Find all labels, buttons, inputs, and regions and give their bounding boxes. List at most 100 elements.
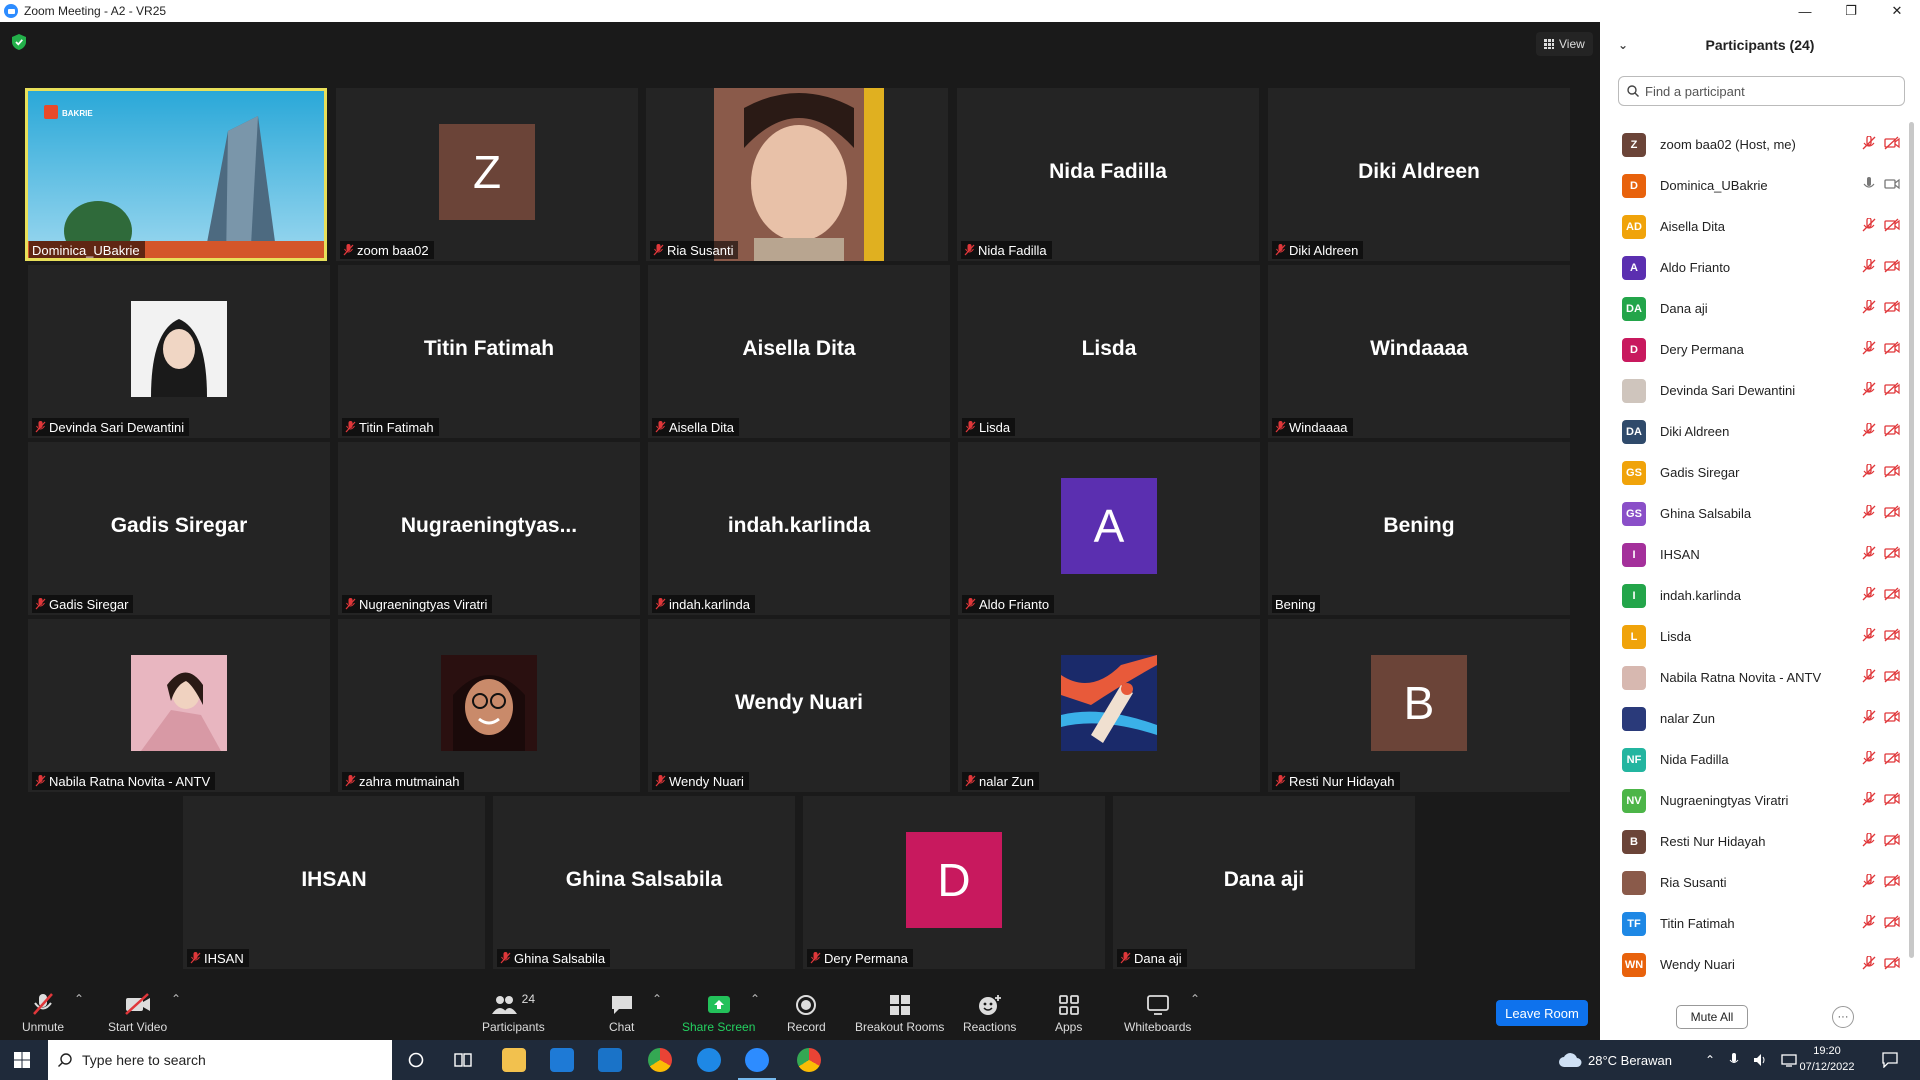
participant-row[interactable]: AD Aisella Dita [1600,206,1900,247]
whiteboards-options-caret[interactable]: ⌃ [1190,992,1200,1006]
video-off-icon[interactable] [1884,136,1900,150]
whiteboards-button[interactable]: Whiteboards [1124,992,1191,1034]
mic-muted-icon[interactable] [1862,956,1876,970]
mic-muted-icon[interactable] [1862,710,1876,724]
participant-row[interactable]: L Lisda [1600,616,1900,657]
chrome-icon[interactable] [648,1048,672,1072]
video-off-icon[interactable] [1884,423,1900,437]
mic-muted-icon[interactable] [1862,915,1876,929]
video-tile[interactable]: Ghina Salsabila Ghina Salsabila [493,796,795,969]
video-off-icon[interactable] [1884,751,1900,765]
video-tile[interactable]: A Aldo Frianto [958,442,1260,615]
scrollbar[interactable] [1909,122,1914,958]
mic-muted-icon[interactable] [1862,833,1876,847]
cortana-icon[interactable] [408,1052,424,1068]
weather-widget[interactable]: 28°C Berawan [1558,1040,1672,1080]
video-off-icon[interactable] [1884,956,1900,970]
participant-row[interactable]: NF Nida Fadilla [1600,739,1900,780]
mic-muted-icon[interactable] [1862,382,1876,396]
mic-muted-icon[interactable] [1862,628,1876,642]
participant-row[interactable]: GS Gadis Siregar [1600,452,1900,493]
video-off-icon[interactable] [1884,628,1900,642]
participant-row[interactable]: Zzoom baa02 (Host, me) [1600,124,1900,165]
mic-muted-icon[interactable] [1862,792,1876,806]
notification-icon[interactable] [1882,1052,1898,1068]
participant-row[interactable]: Devinda Sari Dewantini [1600,370,1900,411]
file-explorer-icon[interactable] [502,1048,526,1072]
share-screen-button[interactable]: Share Screen [682,992,755,1034]
leave-room-button[interactable]: Leave Room [1496,1000,1588,1026]
chevron-down-icon[interactable]: ⌄ [1618,38,1628,52]
store-icon[interactable] [550,1048,574,1072]
video-off-icon[interactable] [1884,464,1900,478]
close-button[interactable]: ✕ [1874,0,1920,22]
teamviewer-icon[interactable] [697,1048,721,1072]
breakout-rooms-button[interactable]: Breakout Rooms [855,992,944,1034]
chat-options-caret[interactable]: ⌃ [652,992,662,1006]
video-tile[interactable]: Titin Fatimah Titin Fatimah [338,265,640,438]
mic-muted-icon[interactable] [1862,464,1876,478]
mic-muted-icon[interactable] [1862,874,1876,888]
participant-search[interactable] [1618,76,1905,106]
video-tile[interactable]: Nugraeningtyas... Nugraeningtyas Viratri [338,442,640,615]
mic-muted-icon[interactable] [1862,136,1876,150]
video-tile[interactable]: IHSAN IHSAN [183,796,485,969]
video-tile[interactable]: Nida Fadilla Nida Fadilla [957,88,1259,261]
chat-button[interactable]: Chat [609,992,634,1034]
video-tile[interactable]: nalar Zun [958,619,1260,792]
video-off-icon[interactable] [1884,382,1900,396]
video-tile[interactable]: B Resti Nur Hidayah [1268,619,1570,792]
video-off-icon[interactable] [1884,546,1900,560]
video-options-caret[interactable]: ⌃ [171,992,181,1006]
start-video-button[interactable]: Start Video [108,992,167,1034]
task-view-icon[interactable] [454,1052,472,1068]
participant-row[interactable]: Iindah.karlinda [1600,575,1900,616]
video-off-icon[interactable] [1884,300,1900,314]
video-tile[interactable]: Nabila Ratna Novita - ANTV [28,619,330,792]
video-tile[interactable]: zahra mutmainah [338,619,640,792]
record-button[interactable]: Record [787,992,826,1034]
video-tile[interactable]: Dana aji Dana aji [1113,796,1415,969]
participant-row[interactable]: GS Ghina Salsabila [1600,493,1900,534]
video-off-icon[interactable] [1884,505,1900,519]
video-off-icon[interactable] [1884,915,1900,929]
video-tile[interactable]: Diki Aldreen Diki Aldreen [1268,88,1570,261]
taskbar-search[interactable]: Type here to search [48,1040,392,1080]
participant-row[interactable]: nalar Zun [1600,698,1900,739]
video-off-icon[interactable] [1884,259,1900,273]
video-off-icon[interactable] [1884,587,1900,601]
participant-row[interactable]: DA Dana aji [1600,288,1900,329]
mic-muted-icon[interactable] [1862,669,1876,683]
mic-muted-icon[interactable] [1862,751,1876,765]
participants-button[interactable]: 24 Participants [482,992,545,1034]
mic-icon[interactable] [1729,1053,1739,1067]
video-tile[interactable]: Aisella Dita Aisella Dita [648,265,950,438]
apps-button[interactable]: Apps [1055,992,1082,1034]
video-tile[interactable]: Devinda Sari Dewantini [28,265,330,438]
shield-check-icon[interactable] [12,34,26,50]
mic-muted-icon[interactable] [1862,546,1876,560]
video-tile[interactable]: Ria Susanti [646,88,948,261]
mic-muted-icon[interactable] [1862,259,1876,273]
participant-row[interactable]: Ria Susanti [1600,862,1900,903]
video-tile[interactable]: Windaaaa Windaaaa [1268,265,1570,438]
video-off-icon[interactable] [1884,341,1900,355]
video-tile[interactable]: BAKRIE Dominica_UBakrie [25,88,327,261]
mic-icon[interactable] [1862,177,1876,191]
participant-row[interactable]: D Dominica_UBakrie [1600,165,1900,206]
participant-row[interactable]: WN Wendy Nuari [1600,944,1900,985]
participant-row[interactable]: DA Diki Aldreen [1600,411,1900,452]
reactions-button[interactable]: Reactions [963,992,1016,1034]
mic-muted-icon[interactable] [1862,341,1876,355]
search-input[interactable] [1645,83,1895,99]
video-tile[interactable]: Wendy Nuari Wendy Nuari [648,619,950,792]
audio-options-caret[interactable]: ⌃ [74,992,84,1006]
video-icon[interactable] [1884,177,1900,191]
taskbar-clock[interactable]: 19:20 07/12/2022 [1795,1043,1859,1075]
participant-row[interactable]: NV Nugraeningtyas Viratri [1600,780,1900,821]
video-off-icon[interactable] [1884,218,1900,232]
participant-row[interactable]: I IHSAN [1600,534,1900,575]
video-tile[interactable]: Lisda Lisda [958,265,1260,438]
chevron-up-icon[interactable]: ⌃ [1705,1053,1715,1067]
mic-muted-icon[interactable] [1862,587,1876,601]
